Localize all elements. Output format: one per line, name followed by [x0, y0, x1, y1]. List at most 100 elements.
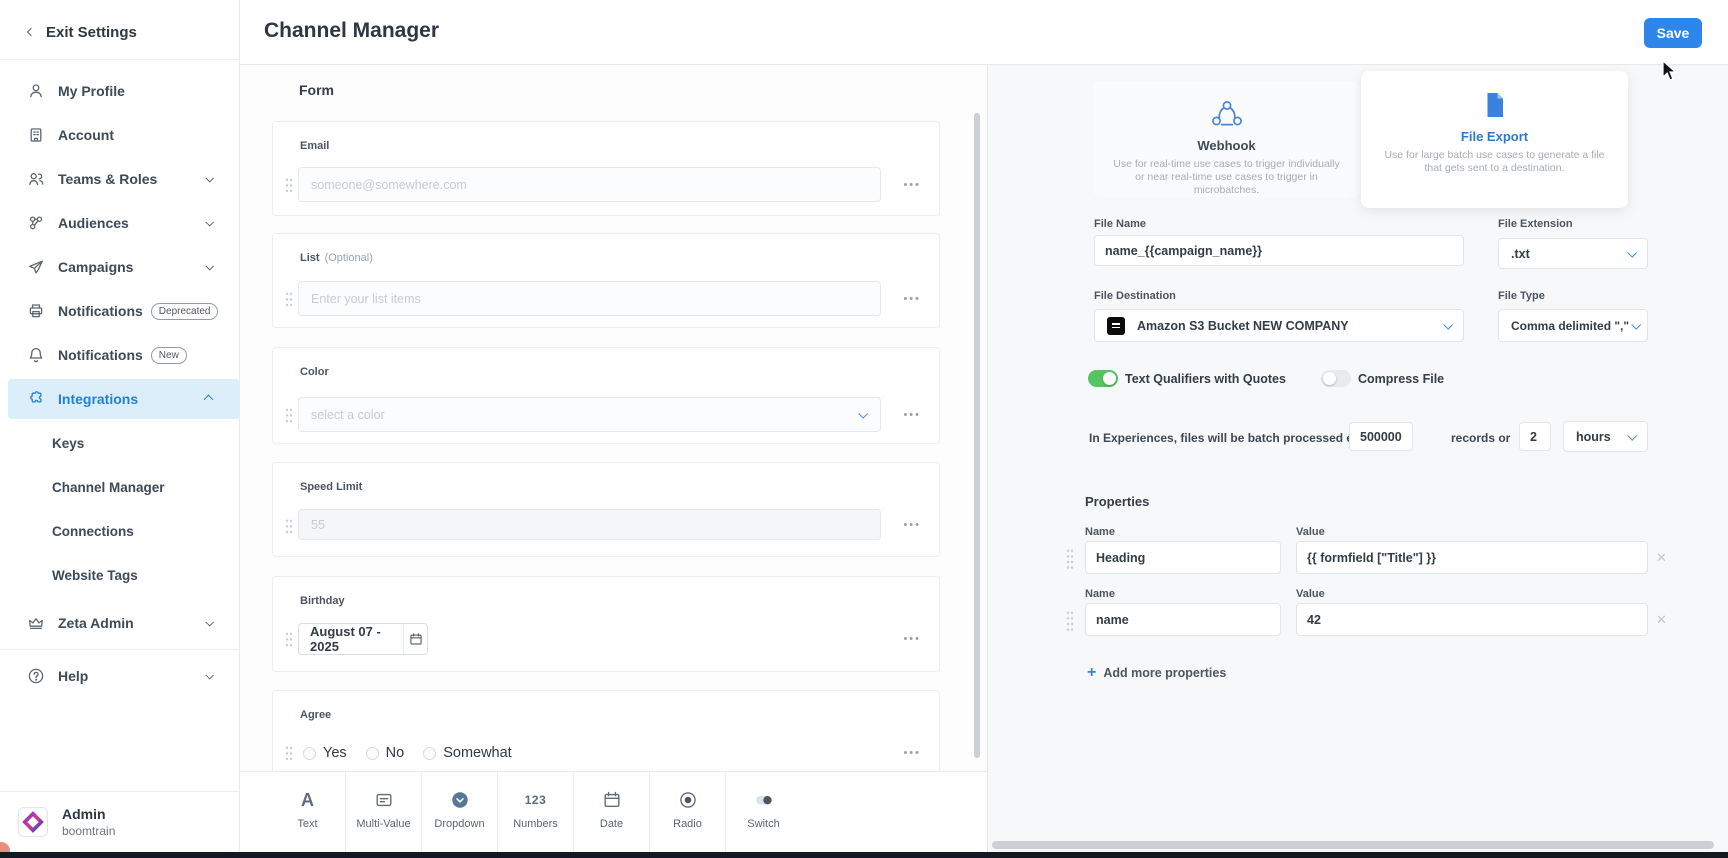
batch-records-input[interactable]: [1349, 422, 1413, 451]
toolbar-item-multi-value[interactable]: Multi-Value: [346, 772, 421, 853]
divider: [0, 59, 240, 60]
sidebar-subitem-channel-manager[interactable]: Channel Manager: [0, 465, 240, 509]
drag-handle-icon[interactable]: [285, 518, 293, 535]
sidebar-item-zeta-admin[interactable]: Zeta Admin: [0, 601, 240, 645]
radio-no[interactable]: [366, 747, 379, 760]
sidebar-subitem-keys[interactable]: Keys: [0, 421, 240, 465]
save-button[interactable]: Save: [1644, 18, 1702, 48]
numbers-icon: 123: [525, 788, 547, 812]
type-description: Use for large batch use cases to generat…: [1361, 149, 1628, 175]
field-menu-button[interactable]: •••: [903, 633, 921, 645]
list-field-input[interactable]: [298, 281, 881, 316]
deprecated-badge: Deprecated: [151, 303, 219, 320]
email-field-input[interactable]: [298, 167, 881, 202]
sidebar-item-help[interactable]: Help: [0, 654, 240, 698]
field-menu-button[interactable]: •••: [903, 519, 921, 531]
drag-handle-icon[interactable]: [285, 631, 293, 648]
sidebar-item-integrations[interactable]: Integrations: [8, 379, 240, 419]
toolbar-item-switch[interactable]: Switch: [726, 772, 801, 853]
vertical-scrollbar[interactable]: [974, 113, 980, 758]
property-value-input[interactable]: [1296, 603, 1648, 636]
compress-file-label: Compress File: [1358, 372, 1444, 386]
color-select[interactable]: select a color: [298, 397, 881, 432]
exit-settings-button[interactable]: Exit Settings: [0, 18, 137, 46]
file-extension-select[interactable]: .txt: [1498, 238, 1648, 269]
property-value-input[interactable]: [1296, 541, 1648, 574]
field-label: Email: [300, 140, 329, 152]
toolbar-item-radio[interactable]: Radio: [650, 772, 725, 853]
bell-icon: [27, 346, 45, 364]
field-menu-button[interactable]: •••: [903, 293, 921, 305]
sidebar-item-audiences[interactable]: Audiences: [0, 201, 240, 245]
compress-file-toggle[interactable]: [1321, 370, 1351, 387]
property-name-input[interactable]: [1085, 603, 1281, 636]
switch-icon: [753, 788, 775, 812]
chevron-down-icon: [205, 262, 213, 270]
settings-nav: My Profile Account Teams & Roles Audienc…: [0, 69, 240, 698]
horizontal-scrollbar[interactable]: [992, 841, 1714, 849]
drag-handle-icon[interactable]: [1066, 548, 1074, 570]
field-label: Speed Limit: [300, 481, 362, 493]
batch-every-input[interactable]: [1519, 422, 1551, 451]
remove-property-button[interactable]: ✕: [1656, 550, 1667, 566]
crown-icon: [27, 614, 45, 632]
sidebar-subitem-website-tags[interactable]: Website Tags: [0, 553, 240, 597]
mouse-cursor: [1662, 60, 1678, 87]
field-type-toolbar: A Text Multi-Value Dropdown 123 Numbers …: [240, 771, 987, 852]
remove-property-button[interactable]: ✕: [1656, 612, 1667, 628]
properties-title: Properties: [1085, 494, 1149, 509]
text-qualifiers-toggle[interactable]: [1088, 370, 1118, 387]
drag-handle-icon[interactable]: [285, 291, 293, 308]
file-type-select[interactable]: Comma delimited ",": [1498, 309, 1648, 342]
sidebar-item-teams-roles[interactable]: Teams & Roles: [0, 157, 240, 201]
bottom-bar: [0, 852, 1728, 858]
chevron-down-icon: [858, 409, 868, 419]
speed-limit-input[interactable]: [298, 509, 881, 540]
toolbar-item-date[interactable]: Date: [574, 772, 649, 853]
birthday-date-input[interactable]: August 07 - 2025: [298, 623, 428, 655]
toolbar-item-text[interactable]: A Text: [270, 772, 345, 853]
user-org: boomtrain: [62, 824, 115, 838]
drag-handle-icon[interactable]: [285, 177, 293, 194]
batch-unit-select[interactable]: hours: [1563, 421, 1648, 452]
sidebar-item-label: Campaigns: [58, 259, 133, 275]
add-more-properties-label: Add more properties: [1103, 666, 1226, 680]
radio-somewhat[interactable]: [423, 747, 436, 760]
sidebar-item-campaigns[interactable]: Campaigns: [0, 245, 240, 289]
toolbar-item-numbers[interactable]: 123 Numbers: [498, 772, 573, 853]
page-title: Channel Manager: [264, 19, 439, 43]
drag-handle-icon[interactable]: [285, 745, 293, 762]
channel-type-webhook[interactable]: Webhook Use for real-time use cases to t…: [1093, 81, 1360, 197]
radio-yes[interactable]: [303, 747, 316, 760]
chevron-down-icon: [1627, 431, 1637, 441]
field-label-text: List: [300, 252, 320, 264]
drag-handle-icon[interactable]: [285, 407, 293, 424]
channel-type-file-export[interactable]: File Export Use for large batch use case…: [1361, 71, 1628, 208]
form-field-card-list: List(Optional) •••: [272, 233, 940, 328]
form-field-card-color: Color select a color •••: [272, 347, 940, 444]
form-field-card-agree: Agree Yes No Somewhat •••: [272, 690, 940, 771]
chevron-up-icon: [204, 394, 214, 404]
sidebar-item-my-profile[interactable]: My Profile: [0, 69, 240, 113]
file-name-input[interactable]: [1094, 235, 1464, 266]
sidebar-item-account[interactable]: Account: [0, 113, 240, 157]
add-more-properties-button[interactable]: + Add more properties: [1087, 666, 1226, 680]
field-menu-button[interactable]: •••: [903, 179, 921, 191]
sidebar-item-notifications-new[interactable]: Notifications New: [0, 333, 240, 377]
text-icon: A: [301, 788, 314, 812]
calendar-icon: [409, 632, 423, 646]
toolbar-item-dropdown[interactable]: Dropdown: [422, 772, 497, 853]
subitem-label: Keys: [52, 436, 84, 451]
channel-config-panel: Webhook Use for real-time use cases to t…: [987, 65, 1728, 858]
sidebar-item-notifications-deprecated[interactable]: Notifications Deprecated: [0, 289, 240, 333]
users-icon: [27, 170, 45, 188]
field-menu-button[interactable]: •••: [903, 409, 921, 421]
drag-handle-icon[interactable]: [1066, 610, 1074, 632]
new-badge: New: [151, 347, 187, 364]
user-account-button[interactable]: Admin boomtrain: [0, 791, 240, 852]
file-destination-select[interactable]: Amazon S3 Bucket NEW COMPANY: [1094, 309, 1464, 342]
field-menu-button[interactable]: •••: [903, 747, 921, 759]
sidebar-subitem-connections[interactable]: Connections: [0, 509, 240, 553]
calendar-button[interactable]: [403, 624, 427, 654]
property-name-input[interactable]: [1085, 541, 1281, 574]
